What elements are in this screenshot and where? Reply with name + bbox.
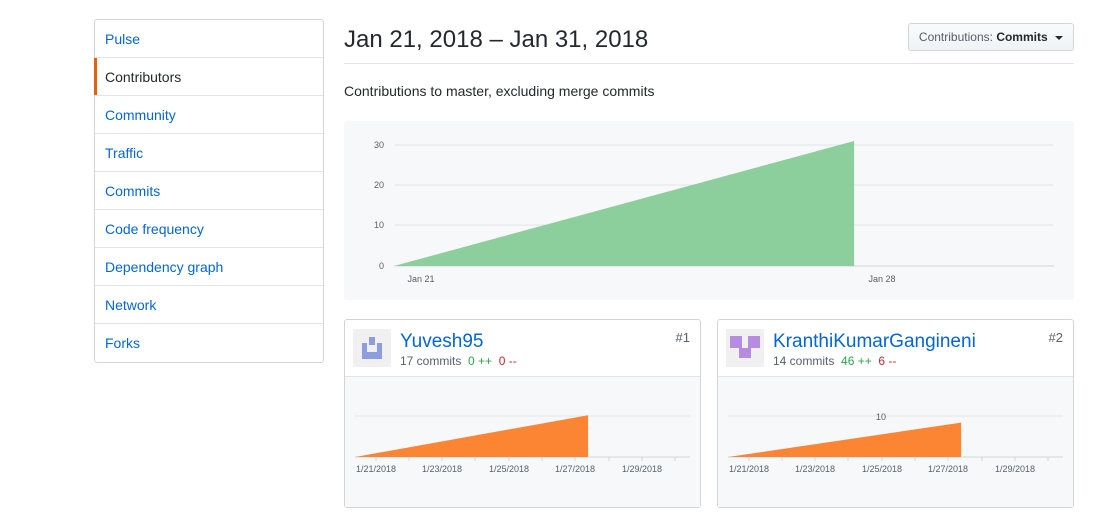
contributor-card: Yuvesh95 17 commits 0 ++ 0 -- #1 1/21/20…	[344, 319, 701, 508]
contributor-card-header: Yuvesh95 17 commits 0 ++ 0 -- #1	[345, 320, 700, 377]
x-tick-label: 1/21/2018	[729, 464, 769, 474]
sidebar-item-commits[interactable]: Commits	[95, 172, 323, 210]
avatar[interactable]	[353, 329, 391, 367]
contributor-card-header: KranthiKumarGangineni 14 commits 46 ++ 6…	[718, 320, 1073, 377]
x-tick-marks	[748, 457, 1049, 461]
sidebar-item-pulse[interactable]: Pulse	[95, 20, 323, 58]
sidebar-item-dependency-graph[interactable]: Dependency graph	[95, 248, 323, 286]
x-tick-label: 1/29/2018	[622, 464, 662, 474]
identicon-icon	[726, 329, 764, 367]
additions-count: 0 ++	[468, 354, 493, 368]
y-tick-label: 0	[379, 261, 384, 271]
x-tick-label: 1/25/2018	[489, 464, 529, 474]
contributor-rank: #1	[675, 330, 690, 345]
main-chart-svg: 30 20 10 0 Jan 21 Jan 28	[374, 140, 1054, 284]
avatar[interactable]	[726, 329, 764, 367]
x-tick-label: 1/23/2018	[795, 464, 835, 474]
contributor-rank: #2	[1048, 330, 1063, 345]
x-tick-label: Jan 28	[868, 274, 895, 284]
contributor-chart-svg: 10 1/21/2018 1/23/2018 1/25/2018 1/27/20…	[728, 412, 1063, 474]
y-tick-label: 10	[374, 220, 384, 230]
x-tick-marks	[375, 457, 676, 461]
caret-down-icon	[1055, 35, 1063, 40]
x-tick-label: 1/27/2018	[555, 464, 595, 474]
y-tick-label: 30	[374, 140, 384, 150]
additions-count: 46 ++	[841, 354, 872, 368]
dropdown-value: Commits	[996, 30, 1048, 44]
sidebar-item-forks[interactable]: Forks	[95, 324, 323, 362]
page-title: Jan 21, 2018 – Jan 31, 2018	[344, 26, 649, 53]
commit-count[interactable]: 17 commits	[400, 354, 461, 368]
sidebar-item-traffic[interactable]: Traffic	[95, 134, 323, 172]
contributor-chart: 10 1/21/2018 1/23/2018 1/25/2018 1/27/20…	[718, 377, 1073, 507]
dropdown-prefix: Contributions:	[918, 30, 993, 44]
contributor-commits-area	[728, 422, 962, 457]
contributor-commits-area	[355, 415, 589, 457]
x-tick-label: Jan 21	[407, 274, 434, 284]
repo-insights-sidebar: Pulse Contributors Community Traffic Com…	[94, 19, 324, 363]
y-tick-label: 10	[876, 412, 886, 422]
contributor-stats: 17 commits 0 ++ 0 --	[400, 354, 517, 368]
x-tick-label: 1/21/2018	[356, 464, 396, 474]
contributor-chart-svg: 1/21/2018 1/23/2018 1/25/2018 1/27/2018 …	[355, 415, 690, 474]
sidebar-item-network[interactable]: Network	[95, 286, 323, 324]
sidebar-item-code-frequency[interactable]: Code frequency	[95, 210, 323, 248]
contributor-stats: 14 commits 46 ++ 6 --	[773, 354, 896, 368]
main-commits-chart: 30 20 10 0 Jan 21 Jan 28	[344, 121, 1074, 300]
commits-area-series	[394, 140, 855, 266]
contributor-username-link[interactable]: Yuvesh95	[400, 331, 483, 353]
contributor-card: KranthiKumarGangineni 14 commits 46 ++ 6…	[717, 319, 1074, 508]
contributor-chart: 1/21/2018 1/23/2018 1/25/2018 1/27/2018 …	[345, 377, 700, 507]
y-tick-label: 20	[374, 180, 384, 190]
x-tick-label: 1/27/2018	[928, 464, 968, 474]
x-tick-label: 1/29/2018	[995, 464, 1035, 474]
deletions-count: 6 --	[878, 354, 897, 368]
chart-subtitle: Contributions to master, excluding merge…	[344, 83, 655, 99]
contributions-type-dropdown[interactable]: Contributions: Commits	[907, 23, 1074, 51]
x-tick-label: 1/25/2018	[862, 464, 902, 474]
commit-count[interactable]: 14 commits	[773, 354, 834, 368]
sidebar-item-contributors[interactable]: Contributors	[94, 58, 323, 96]
x-tick-label: 1/23/2018	[422, 464, 462, 474]
contributor-username-link[interactable]: KranthiKumarGangineni	[773, 331, 976, 353]
sidebar-item-community[interactable]: Community	[95, 96, 323, 134]
contributors-header: Jan 21, 2018 – Jan 31, 2018 Contribution…	[344, 20, 1074, 64]
identicon-icon	[353, 329, 391, 367]
deletions-count: 0 --	[498, 354, 517, 368]
